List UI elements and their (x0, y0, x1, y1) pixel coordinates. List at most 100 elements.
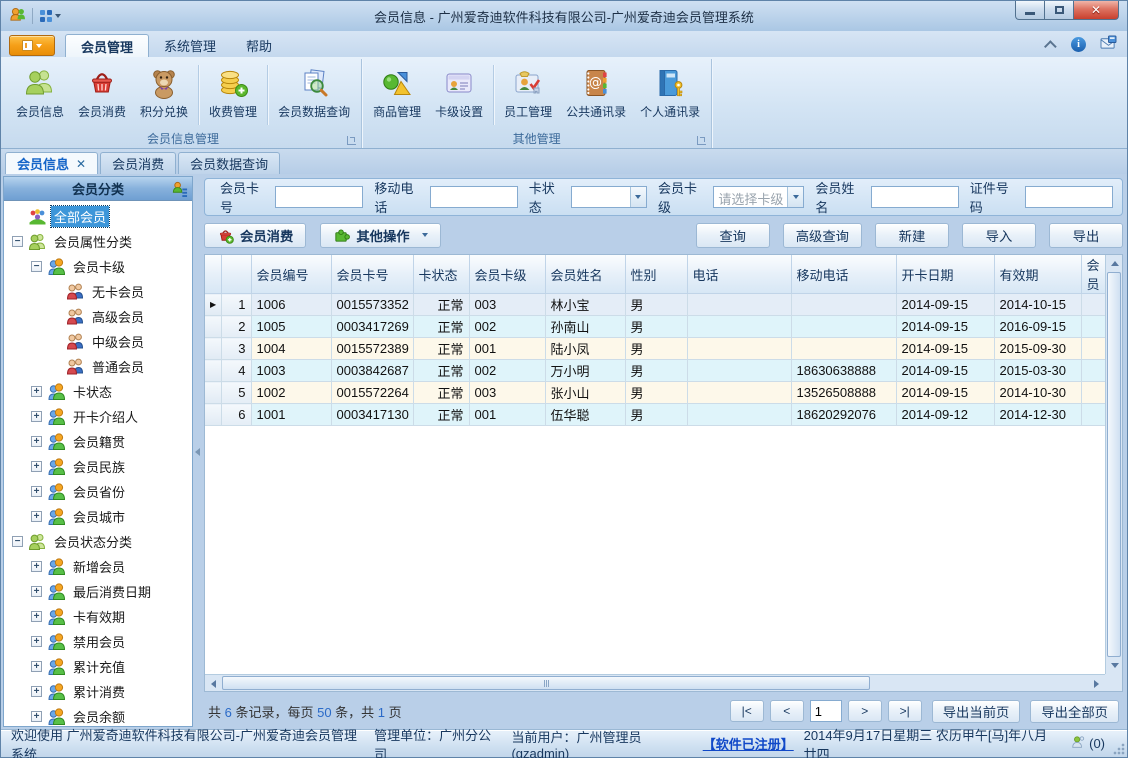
expand-icon[interactable]: + (31, 511, 42, 522)
toolbar-button-0[interactable]: 查询 (695, 222, 770, 248)
license-registered-link[interactable]: 【软件已注册】 (703, 734, 794, 753)
menu-tab-0[interactable]: 会员管理 (65, 34, 150, 57)
toolbar-button-2[interactable]: 新建 (875, 222, 949, 248)
tree-item[interactable]: + 开卡介绍人 (6, 404, 192, 429)
expand-icon[interactable]: + (31, 461, 42, 472)
toolbar-button-3[interactable]: 导入 (962, 222, 1036, 248)
collapse-ribbon-icon[interactable] (1044, 39, 1057, 53)
dialog-launcher-icon[interactable] (697, 136, 707, 145)
resize-grip[interactable] (1113, 743, 1125, 755)
tree-item[interactable]: + 卡有效期 (6, 604, 192, 629)
ribbon-button-1-1[interactable]: 卡级设置 (428, 61, 490, 129)
filter-input-0[interactable] (275, 186, 364, 208)
tree-item[interactable]: 高级会员 (6, 304, 192, 329)
ribbon-button-1-2[interactable]: 员工管理 (497, 61, 559, 129)
grid-column-header[interactable]: 有效期 (993, 255, 1082, 294)
ribbon-button-0-4[interactable]: 会员数据查询 (271, 61, 357, 129)
expand-icon[interactable]: + (31, 561, 42, 572)
grid-column-header[interactable]: 会员卡号 (330, 255, 414, 294)
category-settings-icon[interactable] (171, 180, 188, 200)
scroll-up-icon[interactable] (1106, 255, 1123, 272)
scroll-left-icon[interactable] (205, 675, 222, 692)
scroll-down-icon[interactable] (1106, 657, 1123, 674)
menu-tab-1[interactable]: 系统管理 (149, 34, 231, 57)
tree-item[interactable]: 普通会员 (6, 354, 192, 379)
vertical-scroll-thumb[interactable] (1107, 272, 1121, 657)
filter-input-5[interactable] (1025, 186, 1114, 208)
ribbon-button-0-1[interactable]: 会员消费 (71, 61, 133, 129)
doc-tab-2[interactable]: 会员数据查询 (178, 152, 281, 174)
grid-column-header[interactable]: 卡状态 (412, 255, 470, 294)
grid-row[interactable]: 6 1001 0003417130 正常 001 伍华聪男 18620292076 2014-… (205, 403, 1105, 426)
filter-select-3[interactable]: 请选择卡级 (713, 186, 805, 208)
info-icon[interactable]: i (1071, 36, 1086, 52)
grid-column-header[interactable]: 性别 (624, 255, 688, 294)
tree-item[interactable]: + 会员民族 (6, 454, 192, 479)
expand-icon[interactable]: + (31, 386, 42, 397)
minimize-button[interactable] (1015, 1, 1045, 20)
close-tab-icon[interactable]: ✕ (76, 158, 86, 170)
expand-icon[interactable]: + (31, 436, 42, 447)
feedback-mail-icon[interactable] (1100, 35, 1117, 53)
tree-item[interactable]: + 会员余额 (6, 704, 192, 726)
ribbon-button-0-0[interactable]: 会员信息 (9, 61, 71, 129)
expand-icon[interactable]: + (31, 486, 42, 497)
panel-splitter[interactable] (193, 176, 202, 727)
tree-item[interactable]: − 会员属性分类 (6, 229, 192, 254)
member-consume-button[interactable]: 会员消费 (204, 222, 307, 248)
toolbar-button-4[interactable]: 导出 (1049, 222, 1123, 248)
ribbon-button-1-0[interactable]: 商品管理 (366, 61, 428, 129)
prev-page-button[interactable]: < (769, 700, 804, 722)
next-page-button[interactable]: > (847, 700, 882, 722)
expand-icon[interactable]: + (31, 661, 42, 672)
expand-icon[interactable]: + (31, 636, 42, 647)
tree-item[interactable]: + 累计充值 (6, 654, 192, 679)
filter-input-4[interactable] (870, 186, 959, 208)
tree-item[interactable]: + 禁用会员 (6, 629, 192, 654)
expand-icon[interactable]: + (31, 711, 42, 722)
grid-row[interactable]: 2 1005 0003417269 正常 002 孙南山男 2014-09-15 2016-0… (205, 315, 1105, 338)
ribbon-button-1-3[interactable]: @ 公共通讯录 (559, 61, 633, 129)
doc-tab-0[interactable]: 会员信息 ✕ (5, 152, 99, 174)
last-page-button[interactable]: >| (887, 700, 922, 722)
tree-item[interactable]: + 卡状态 (6, 379, 192, 404)
grid-row[interactable]: 4 1003 0003842687 正常 002 万小明男 18630638888 2014-… (205, 359, 1105, 382)
message-counter[interactable]: (0) (1071, 735, 1105, 752)
tree-item[interactable]: + 新增会员 (6, 554, 192, 579)
horizontal-scroll-thumb[interactable] (222, 676, 870, 690)
menu-tab-2[interactable]: 帮助 (231, 34, 287, 57)
vertical-scrollbar[interactable] (1105, 255, 1122, 674)
tree-item[interactable]: 全部会员 (6, 204, 192, 229)
tree-item[interactable]: − 会员状态分类 (6, 529, 192, 554)
dialog-launcher-icon[interactable] (347, 136, 357, 145)
combo-dropdown-button[interactable] (787, 187, 804, 207)
grid-column-header[interactable]: 会员编号 (250, 255, 332, 294)
tree-item[interactable]: + 会员城市 (6, 504, 192, 529)
collapse-icon[interactable]: − (31, 261, 42, 272)
export-current-page-button[interactable]: 导出当前页 (931, 699, 1021, 723)
grid-column-header[interactable]: 开卡日期 (895, 255, 995, 294)
grid-column-header[interactable]: 会员姓名 (544, 255, 626, 294)
tree-item[interactable]: + 累计消费 (6, 679, 192, 704)
tree-item[interactable]: 无卡会员 (6, 279, 192, 304)
export-all-pages-button[interactable]: 导出全部页 (1030, 699, 1119, 723)
grid-column-header[interactable]: 移动电话 (790, 255, 897, 294)
other-operations-button[interactable]: 其他操作 (320, 222, 441, 248)
filter-input-1[interactable] (429, 186, 518, 208)
ribbon-button-0-2[interactable]: 积分兑换 (133, 61, 195, 129)
tree-item[interactable]: + 最后消费日期 (6, 579, 192, 604)
combo-dropdown-button[interactable] (629, 187, 646, 207)
grid-row[interactable]: 3 1004 0015572389 正常 001 陆小凤男 2014-09-15 2015-0… (205, 337, 1105, 360)
expand-icon[interactable]: + (31, 586, 42, 597)
doc-tab-1[interactable]: 会员消费 (100, 152, 177, 174)
collapse-icon[interactable]: − (12, 236, 23, 247)
grid-column-header[interactable]: 电话 (686, 255, 792, 294)
page-number-input[interactable] (809, 700, 842, 722)
application-menu-button[interactable] (9, 35, 55, 56)
close-button[interactable]: ✕ (1074, 1, 1119, 20)
tree-item[interactable]: 中级会员 (6, 329, 192, 354)
ribbon-button-0-3[interactable]: 收费管理 (202, 61, 264, 129)
filter-select-2[interactable] (571, 186, 647, 208)
layout-menu-button[interactable] (39, 9, 61, 23)
maximize-button[interactable] (1045, 1, 1074, 20)
